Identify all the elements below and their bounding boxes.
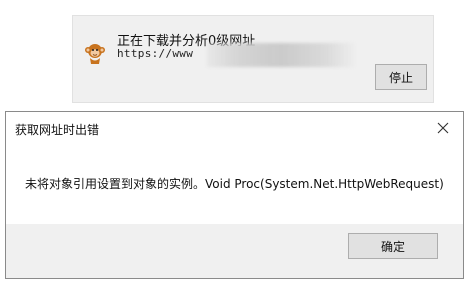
dialog-body: 未将对象引用设置到对象的实例。Void Proc(System.Net.Http…	[6, 144, 463, 224]
url-text: https://www	[117, 47, 194, 60]
error-dialog: 获取网址时出错 未将对象引用设置到对象的实例。Void Proc(System.…	[5, 111, 464, 279]
stop-button[interactable]: 停止	[375, 64, 427, 90]
error-message: 未将对象引用设置到对象的实例。Void Proc(System.Net.Http…	[25, 177, 444, 191]
monkey-icon	[85, 44, 105, 64]
dialog-titlebar[interactable]: 获取网址时出错	[6, 112, 463, 144]
url-redaction-blur	[207, 43, 355, 67]
dialog-title: 获取网址时出错	[15, 123, 100, 137]
ok-button[interactable]: 确定	[348, 233, 438, 259]
download-progress-window: 正在下载并分析0级网址 https://www 停止	[72, 15, 434, 103]
screen: 正在下载并分析0级网址 https://www 停止 获取网址时出错 未将对象引…	[0, 0, 474, 289]
close-icon[interactable]	[437, 122, 449, 134]
